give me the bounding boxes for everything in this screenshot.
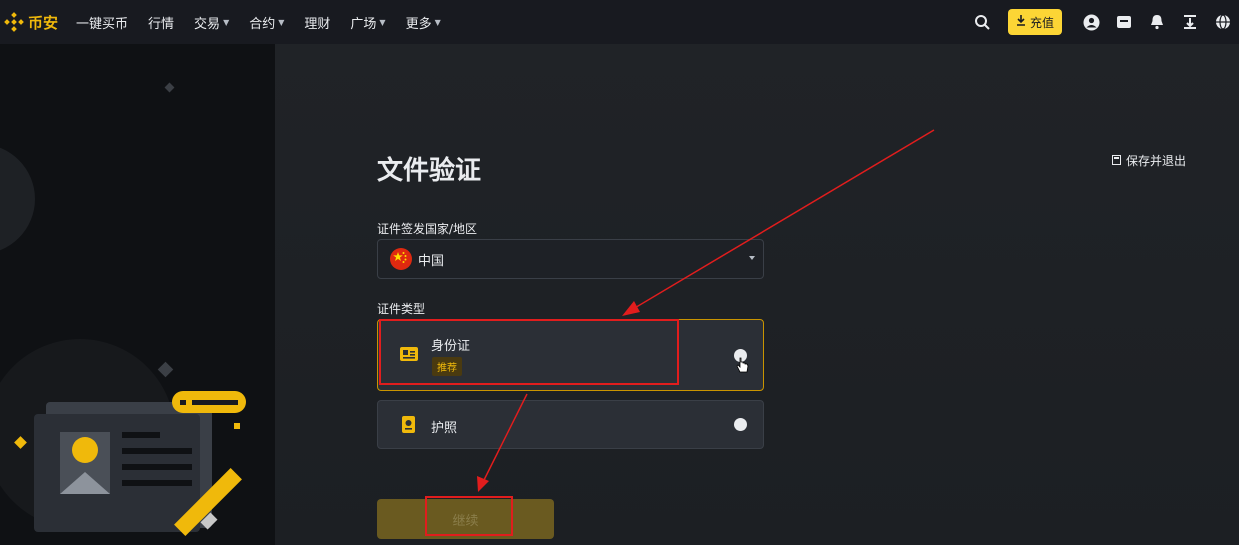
option-passport[interactable]: 护照 bbox=[377, 400, 764, 449]
top-navigation-bar: 币安 一键买币 行情 交易 ▼ 合约 ▼ 理财 广场 ▼ 更多 ▼ 充值 bbox=[0, 0, 1239, 44]
nav-label: 理财 bbox=[304, 16, 331, 32]
binance-logo-icon bbox=[4, 12, 24, 32]
document-type-label: 证件类型 bbox=[377, 302, 426, 316]
option-title: 身份证 bbox=[431, 339, 471, 354]
nav-label: 一键买币 bbox=[76, 16, 129, 32]
deposit-button[interactable]: 充值 bbox=[1007, 9, 1062, 35]
save-icon bbox=[1112, 154, 1121, 168]
option-title: 护照 bbox=[431, 421, 458, 436]
main-nav: 一键买币 行情 交易 ▼ 合约 ▼ 理财 广场 ▼ 更多 ▼ bbox=[76, 13, 461, 32]
nav-label: 广场 bbox=[350, 16, 377, 32]
chevron-down-icon: ▼ bbox=[379, 17, 386, 27]
nav-item-quick-buy[interactable]: 一键买币 bbox=[76, 13, 128, 32]
continue-button[interactable]: 继续 bbox=[377, 499, 554, 539]
main-content-background bbox=[275, 44, 1239, 545]
recommended-badge: 推荐 bbox=[432, 357, 462, 376]
option-id-card[interactable]: 身份证 推荐 bbox=[377, 319, 764, 391]
globe-icon[interactable] bbox=[1211, 10, 1235, 34]
country-label: 证件签发国家/地区 bbox=[377, 222, 478, 236]
nav-item-square[interactable]: 广场 ▼ bbox=[350, 13, 385, 32]
chevron-down-icon: ▼ bbox=[278, 17, 285, 27]
nav-label: 合约 bbox=[249, 16, 276, 32]
deposit-label: 充值 bbox=[1029, 15, 1054, 30]
continue-label: 继续 bbox=[452, 513, 479, 529]
radio-unselected[interactable] bbox=[734, 418, 747, 431]
save-and-exit-link[interactable]: 保存并退出 bbox=[1112, 152, 1186, 169]
download-icon[interactable] bbox=[1178, 10, 1202, 34]
passport-icon bbox=[402, 416, 415, 437]
china-flag-icon bbox=[390, 248, 412, 270]
illustration-panel bbox=[0, 44, 275, 545]
country-select[interactable]: 中国 bbox=[377, 239, 764, 279]
chevron-down-icon: ▼ bbox=[223, 17, 230, 27]
nav-item-markets[interactable]: 行情 bbox=[148, 13, 174, 32]
nav-label: 更多 bbox=[405, 16, 432, 32]
save-and-exit-label: 保存并退出 bbox=[1126, 154, 1187, 168]
download-arrow-icon bbox=[1016, 15, 1026, 29]
nav-item-more[interactable]: 更多 ▼ bbox=[406, 13, 441, 32]
brand-name: 币安 bbox=[28, 13, 59, 32]
page-title: 文件验证 bbox=[377, 156, 482, 186]
id-card-illustration bbox=[0, 82, 246, 536]
chevron-down-icon: ▼ bbox=[434, 17, 441, 27]
nav-label: 交易 bbox=[194, 16, 221, 32]
dropdown-caret-icon bbox=[749, 256, 755, 260]
pointer-cursor-icon bbox=[736, 356, 750, 378]
brand-logo[interactable]: 币安 bbox=[4, 12, 58, 33]
user-icon[interactable] bbox=[1079, 10, 1103, 34]
bell-icon[interactable] bbox=[1145, 10, 1169, 34]
search-icon[interactable] bbox=[970, 10, 994, 34]
nav-item-earn[interactable]: 理财 bbox=[304, 13, 330, 32]
id-card-icon bbox=[400, 346, 418, 366]
nav-item-trade[interactable]: 交易 ▼ bbox=[194, 13, 229, 32]
nav-item-futures[interactable]: 合约 ▼ bbox=[249, 13, 284, 32]
wallet-icon[interactable] bbox=[1112, 10, 1136, 34]
country-value: 中国 bbox=[418, 253, 445, 269]
nav-label: 行情 bbox=[148, 16, 175, 32]
top-right-actions: 充值 bbox=[961, 0, 1239, 44]
